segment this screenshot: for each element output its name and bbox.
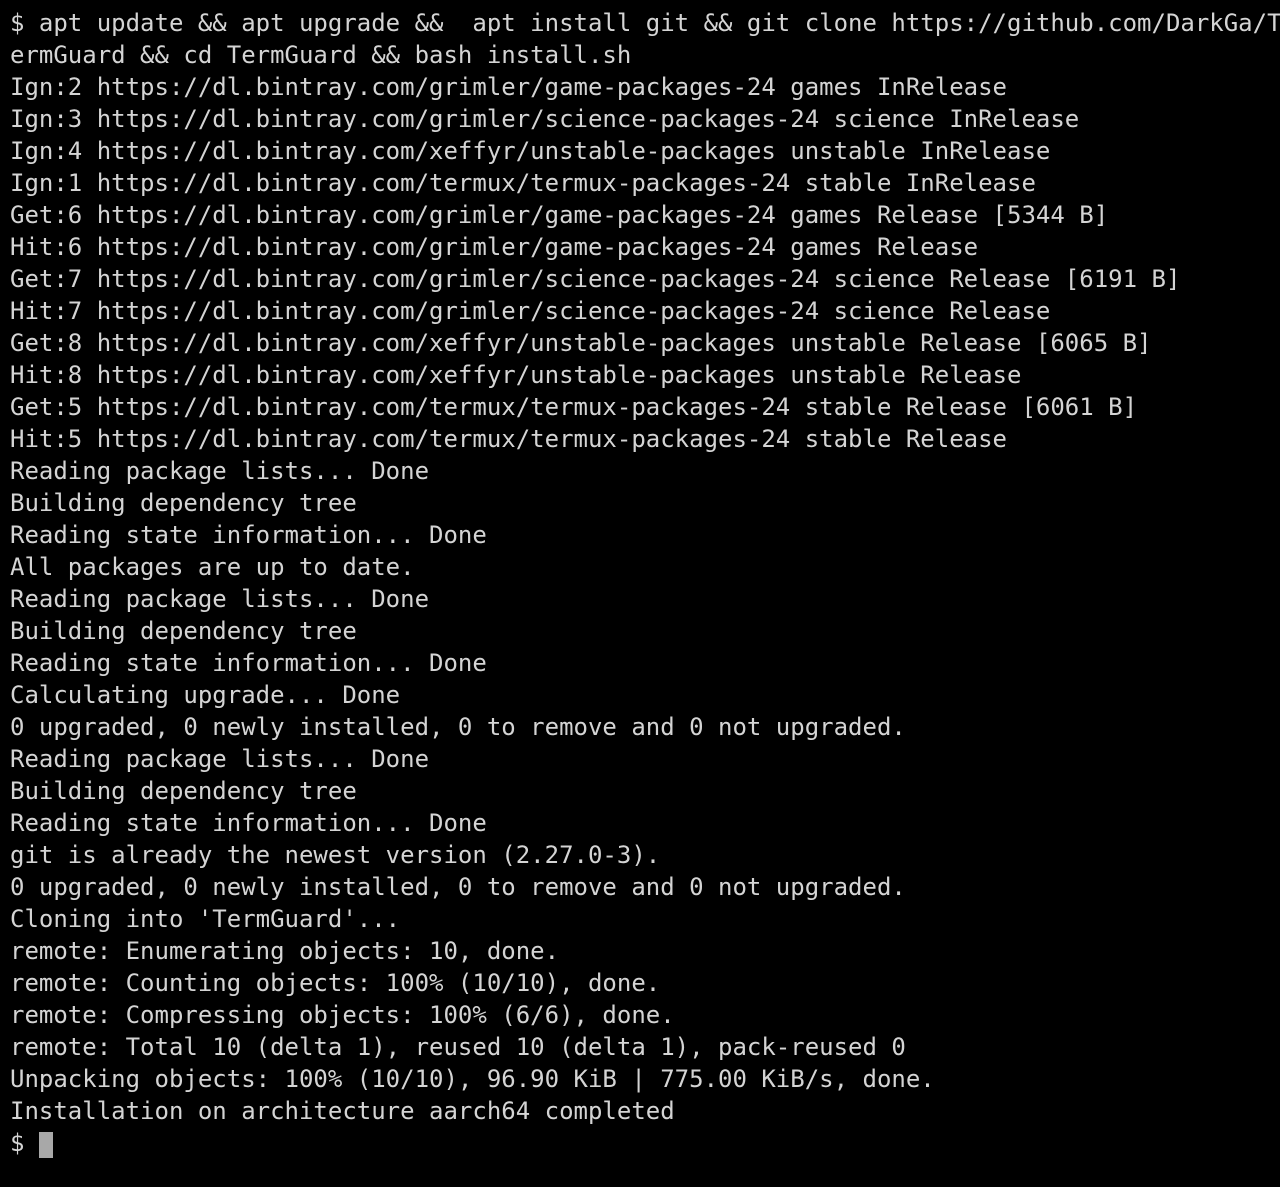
terminal-line: Get:6 https://dl.bintray.com/grimler/gam… bbox=[10, 201, 1109, 229]
terminal-line: Reading state information... Done bbox=[10, 521, 487, 549]
terminal-line: Calculating upgrade... Done bbox=[10, 681, 401, 709]
terminal-line: Hit:7 https://dl.bintray.com/grimler/sci… bbox=[10, 297, 1051, 325]
terminal-line: Hit:8 https://dl.bintray.com/xeffyr/unst… bbox=[10, 361, 1022, 389]
terminal-line: Building dependency tree bbox=[10, 777, 357, 805]
terminal-line: Ign:1 https://dl.bintray.com/termux/term… bbox=[10, 169, 1036, 197]
terminal-line: Unpacking objects: 100% (10/10), 96.90 K… bbox=[10, 1065, 935, 1093]
terminal-line: All packages are up to date. bbox=[10, 553, 415, 581]
terminal-line: Get:5 https://dl.bintray.com/termux/term… bbox=[10, 393, 1138, 421]
prompt-spacer bbox=[24, 1127, 38, 1159]
terminal-window[interactable]: $ apt update && apt upgrade && apt insta… bbox=[0, 0, 1280, 1187]
terminal-line: Building dependency tree bbox=[10, 617, 357, 645]
terminal-line: Ign:2 https://dl.bintray.com/grimler/gam… bbox=[10, 73, 1007, 101]
terminal-line: Ign:3 https://dl.bintray.com/grimler/sci… bbox=[10, 105, 1080, 133]
terminal-line: Get:8 https://dl.bintray.com/xeffyr/unst… bbox=[10, 329, 1152, 357]
block-cursor bbox=[38, 1132, 53, 1158]
terminal-line: Get:7 https://dl.bintray.com/grimler/sci… bbox=[10, 265, 1181, 293]
terminal-line: remote: Total 10 (delta 1), reused 10 (d… bbox=[10, 1033, 906, 1061]
terminal-line: 0 upgraded, 0 newly installed, 0 to remo… bbox=[10, 713, 906, 741]
terminal-line: Reading package lists... Done bbox=[10, 745, 430, 773]
terminal-line: ermGuard && cd TermGuard && bash install… bbox=[10, 41, 632, 69]
terminal-line: git is already the newest version (2.27.… bbox=[10, 841, 661, 869]
prompt-symbol: $ bbox=[10, 1129, 25, 1157]
terminal-line: Installation on architecture aarch64 com… bbox=[10, 1097, 675, 1125]
terminal-line: Ign:4 https://dl.bintray.com/xeffyr/unst… bbox=[10, 137, 1051, 165]
terminal-line: Reading state information... Done bbox=[10, 649, 487, 677]
terminal-line: Building dependency tree bbox=[10, 489, 357, 517]
terminal-line: Hit:6 https://dl.bintray.com/grimler/gam… bbox=[10, 233, 979, 261]
terminal-output: $ apt update && apt upgrade && apt insta… bbox=[10, 7, 1280, 1159]
terminal-line: Hit:5 https://dl.bintray.com/termux/term… bbox=[10, 425, 1007, 453]
terminal-line: remote: Counting objects: 100% (10/10), … bbox=[10, 969, 661, 997]
terminal-line: remote: Enumerating objects: 10, done. bbox=[10, 937, 560, 965]
terminal-prompt-line[interactable]: $ bbox=[10, 1127, 1280, 1159]
terminal-line: $ apt update && apt upgrade && apt insta… bbox=[10, 9, 1280, 37]
terminal-line: 0 upgraded, 0 newly installed, 0 to remo… bbox=[10, 873, 906, 901]
terminal-line: remote: Compressing objects: 100% (6/6),… bbox=[10, 1001, 675, 1029]
terminal-line: Reading package lists... Done bbox=[10, 585, 430, 613]
terminal-line: Reading package lists... Done bbox=[10, 457, 430, 485]
terminal-line: Cloning into 'TermGuard'... bbox=[10, 905, 401, 933]
terminal-line: Reading state information... Done bbox=[10, 809, 487, 837]
